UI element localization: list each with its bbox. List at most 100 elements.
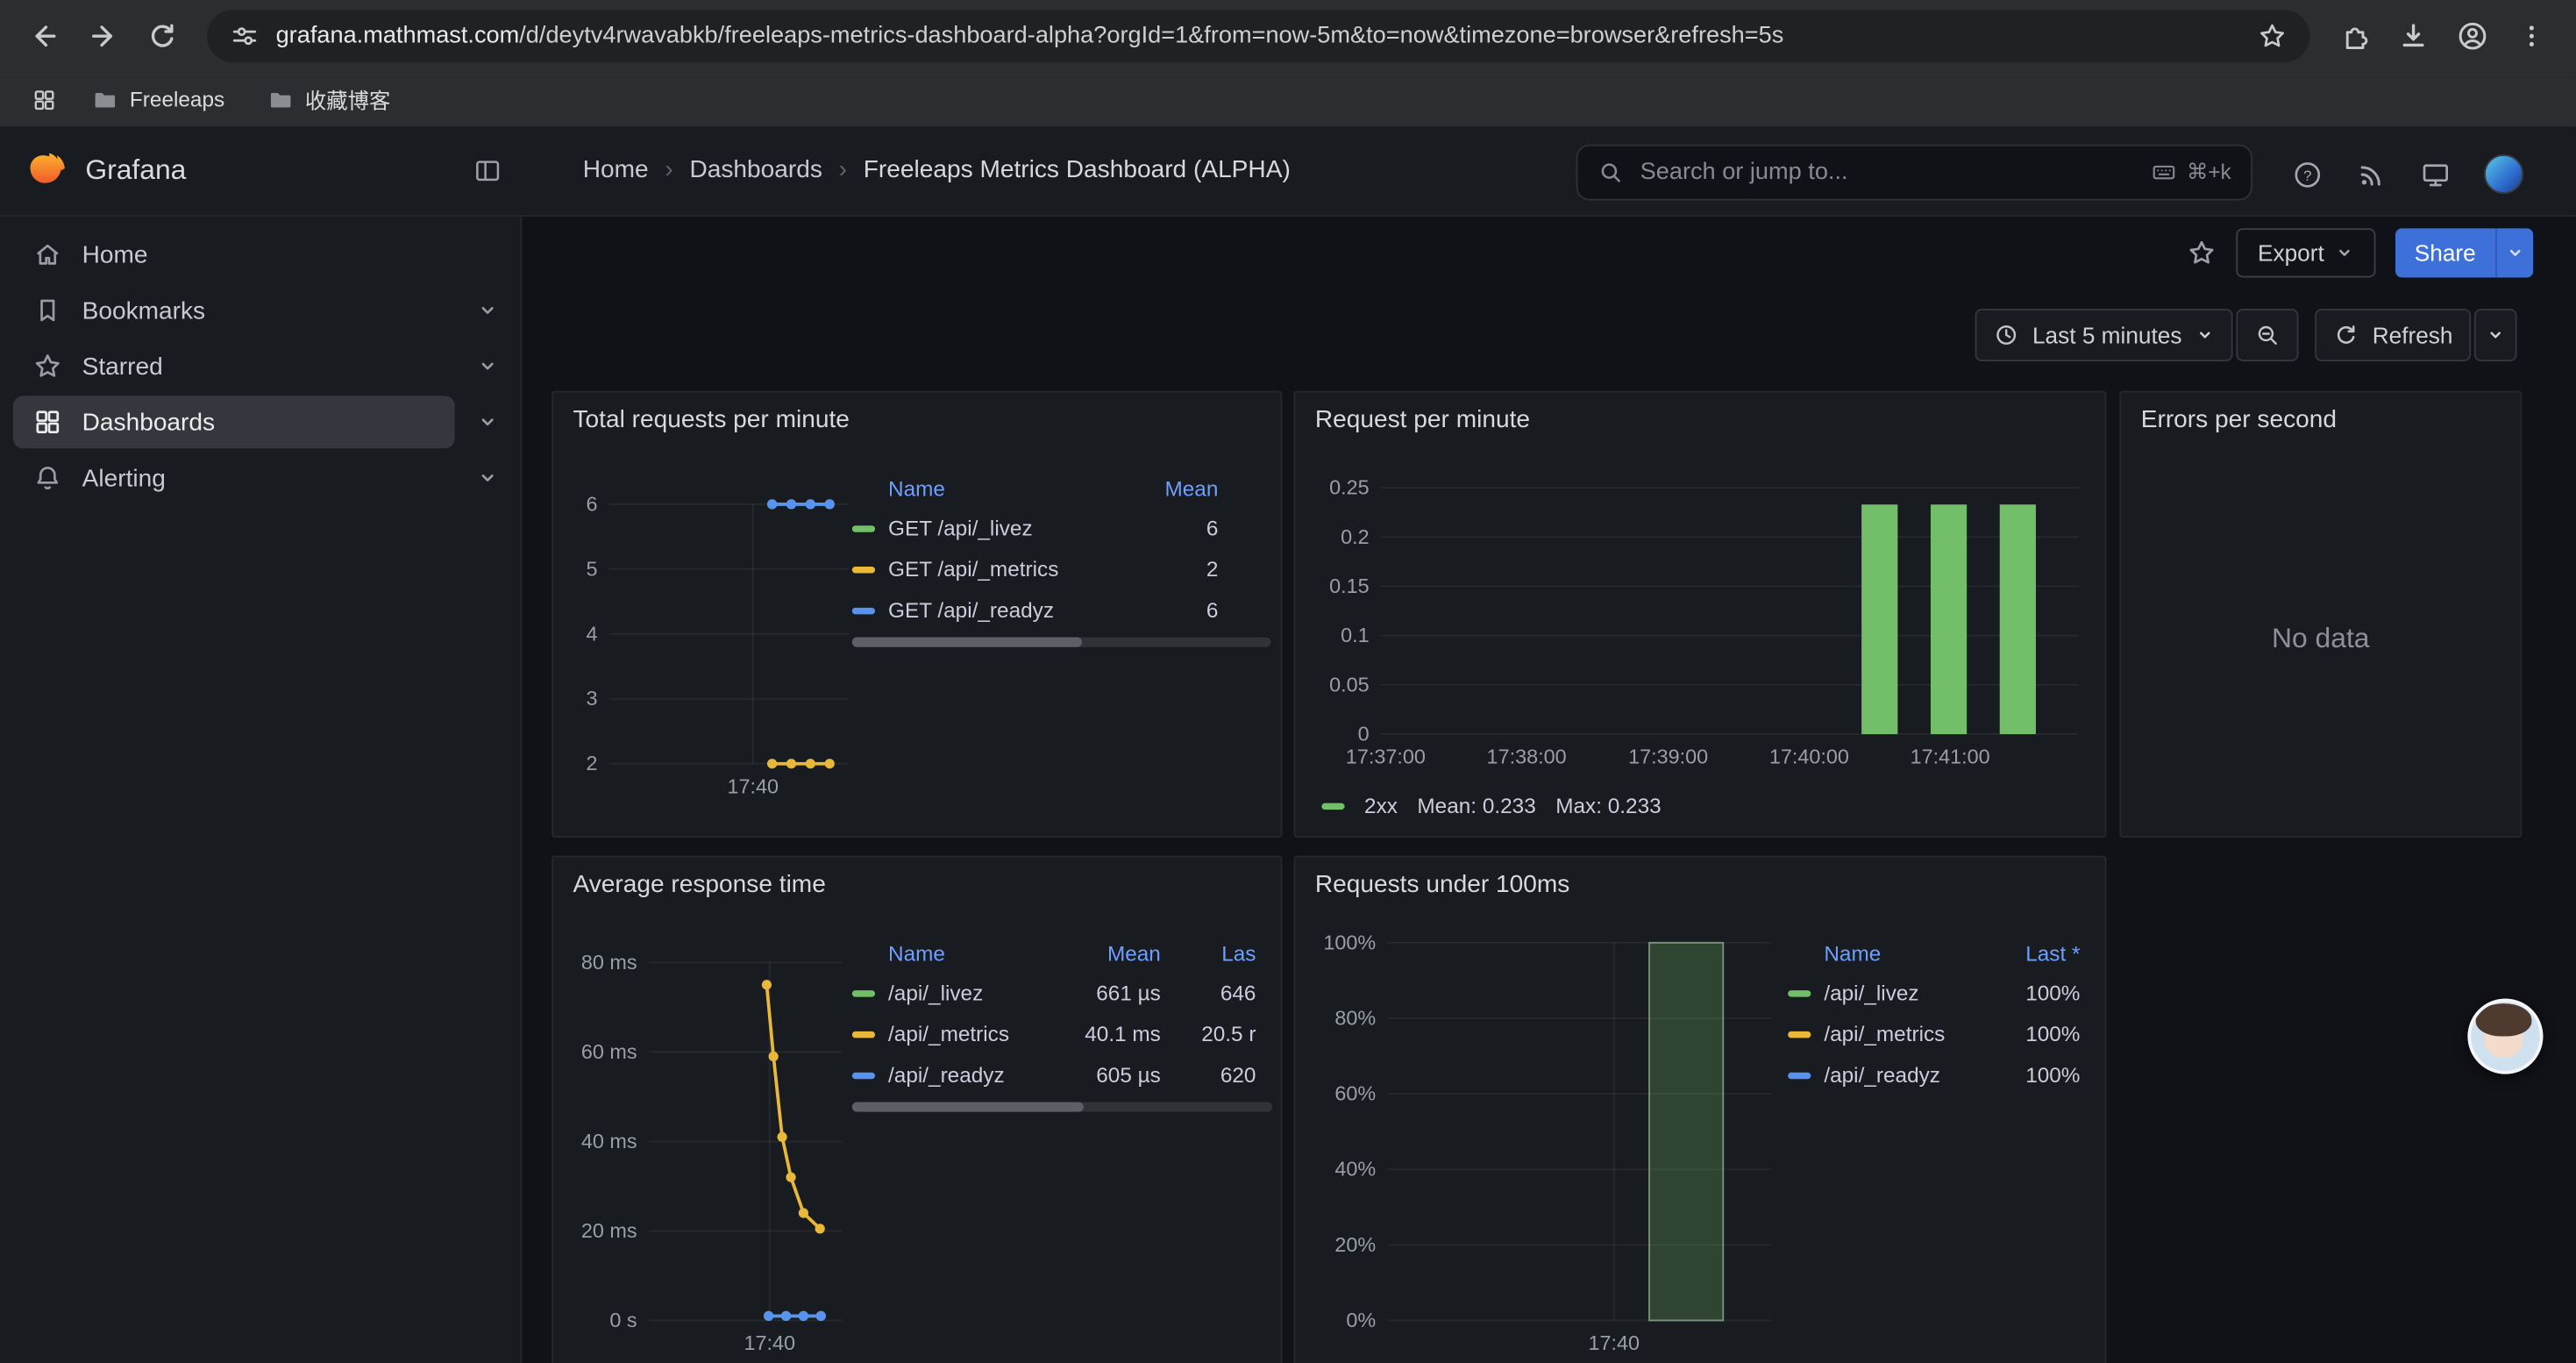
legend-header-mean[interactable]: Mean: [1072, 940, 1161, 965]
monitor-icon[interactable]: [2420, 159, 2451, 190]
legend-series-name[interactable]: /api/_livez: [1824, 981, 1982, 1005]
breadcrumb-dashboards[interactable]: Dashboards: [689, 156, 822, 184]
panel4-chart[interactable]: 80 ms60 ms40 ms20 ms0 s17:40: [566, 930, 856, 1360]
legend-header-name[interactable]: Name: [888, 475, 1120, 500]
svg-text:17:41:00: 17:41:00: [1911, 746, 1990, 768]
panel-request-per-minute: Request per minute 0.250.20.150.10.05017…: [1294, 391, 2107, 838]
download-button[interactable]: [2386, 8, 2442, 64]
legend-series-mean: 6: [1120, 516, 1218, 540]
bookmark-freeleaps[interactable]: Freeleaps: [75, 80, 241, 119]
breadcrumb-separator: ›: [665, 156, 672, 184]
forward-icon: [87, 19, 119, 52]
legend-series-name[interactable]: GET /api/_livez: [888, 516, 1120, 540]
svg-text:4: 4: [587, 622, 598, 645]
refresh-button[interactable]: Refresh: [2315, 309, 2471, 361]
help-icon[interactable]: ?: [2292, 159, 2323, 190]
scrollbar-thumb[interactable]: [852, 1102, 1084, 1111]
legend-series-last: 100%: [1982, 981, 2080, 1005]
svg-text:3: 3: [587, 687, 598, 710]
panel-title[interactable]: Errors per second: [2141, 406, 2337, 434]
bookmark-star-icon[interactable]: [2258, 21, 2288, 51]
svg-text:40%: 40%: [1334, 1158, 1376, 1181]
chevron-down-icon[interactable]: [455, 467, 521, 489]
legend-series-last: 620: [1161, 1063, 1256, 1088]
download-icon: [2397, 19, 2430, 52]
search-box[interactable]: ⌘+k: [1576, 145, 2252, 201]
panel-title[interactable]: Total requests per minute: [573, 406, 850, 434]
breadcrumb-home[interactable]: Home: [583, 156, 649, 184]
legend-header-row: Name Mean: [852, 468, 1270, 508]
browser-menu-button[interactable]: [2504, 8, 2560, 64]
sidebar-item-starred[interactable]: Starred: [0, 339, 521, 395]
apps-grid-icon: [32, 86, 58, 112]
bookmark-label: Freeleaps: [130, 87, 224, 111]
refresh-interval-button[interactable]: [2474, 309, 2517, 361]
browser-toolbar: grafana.mathmast.com/d/deytv4rwavabkb/fr…: [0, 0, 2576, 72]
svg-text:17:40: 17:40: [1589, 1331, 1640, 1354]
sidebar-item-bookmarks[interactable]: Bookmarks: [0, 282, 521, 339]
legend-header-last[interactable]: Las: [1161, 940, 1256, 965]
favorite-star-button[interactable]: [2187, 239, 2217, 268]
legend-series-name[interactable]: GET /api/_metrics: [888, 557, 1120, 582]
legend-header-name[interactable]: Name: [1824, 940, 1982, 965]
url-path: /d/deytv4rwavabkb/freeleaps-metrics-dash…: [519, 23, 1783, 49]
legend-header-last[interactable]: Last *: [1982, 940, 2080, 965]
svg-text:20 ms: 20 ms: [581, 1219, 637, 1242]
share-dropdown-button[interactable]: [2495, 228, 2533, 277]
url-text: grafana.mathmast.com/d/deytv4rwavabkb/fr…: [276, 23, 2241, 49]
back-button[interactable]: [17, 8, 73, 64]
time-range-picker[interactable]: Last 5 minutes: [1975, 309, 2232, 361]
news-rss-icon[interactable]: [2356, 159, 2387, 190]
legend-series-name[interactable]: /api/_livez: [888, 981, 1072, 1005]
legend-scrollbar[interactable]: [852, 1102, 1272, 1111]
extensions-button[interactable]: [2326, 8, 2382, 64]
panel1-chart[interactable]: 6543217:40: [566, 465, 862, 832]
bookmarks-apps-button[interactable]: [23, 78, 66, 121]
chevron-down-icon[interactable]: [455, 354, 521, 377]
legend-series-name[interactable]: GET /api/_readyz: [888, 598, 1120, 623]
legend-series-name[interactable]: /api/_metrics: [1824, 1022, 1982, 1046]
share-button[interactable]: Share: [2395, 228, 2495, 277]
panel-title[interactable]: Request per minute: [1315, 406, 1530, 434]
panel5-chart[interactable]: 100%80%60%40%20%0%17:40: [1308, 930, 1781, 1360]
user-avatar[interactable]: [2484, 154, 2523, 194]
legend-row: /api/_livez 100%: [1788, 973, 2093, 1014]
sidebar-item-alerting[interactable]: Alerting: [0, 450, 521, 506]
zoom-out-icon: [2254, 322, 2281, 348]
sidebar-item-dashboards[interactable]: Dashboards: [0, 394, 521, 450]
dock-sidebar-button[interactable]: [473, 156, 502, 186]
grafana-home-link[interactable]: Grafana: [26, 149, 186, 192]
url-bar[interactable]: grafana.mathmast.com/d/deytv4rwavabkb/fr…: [207, 10, 2310, 62]
chevron-down-icon: [2334, 243, 2353, 262]
panel-title[interactable]: Average response time: [573, 870, 826, 898]
sidebar-item-home[interactable]: Home: [0, 226, 521, 282]
share-label: Share: [2415, 239, 2476, 266]
svg-text:20%: 20%: [1334, 1233, 1376, 1256]
panel2-chart[interactable]: 0.250.20.150.10.05017:37:0017:38:0017:39…: [1308, 471, 2095, 796]
zoom-out-button[interactable]: [2236, 309, 2298, 361]
reload-button[interactable]: [135, 8, 191, 64]
legend-header-mean[interactable]: Mean: [1120, 475, 1218, 500]
search-input[interactable]: [1637, 158, 2151, 188]
bookmark-shoucang-boke[interactable]: 收藏博客: [251, 77, 407, 122]
series-color-dash: [1788, 1031, 1811, 1037]
series-color-dash: [1788, 989, 1811, 995]
panel1-legend: Name Mean GET /api/_livez 6 GET /api/_me…: [852, 468, 1270, 647]
legend-row: GET /api/_readyz 6: [852, 589, 1270, 631]
export-button[interactable]: Export: [2237, 228, 2375, 277]
site-info-icon[interactable]: [230, 21, 260, 51]
legend-series-name[interactable]: /api/_readyz: [1824, 1063, 1982, 1088]
scrollbar-thumb[interactable]: [852, 638, 1083, 647]
chevron-down-icon[interactable]: [455, 299, 521, 322]
legend-series-name[interactable]: 2xx: [1364, 793, 1398, 817]
search-shortcut-label: ⌘+k: [2187, 160, 2231, 186]
floating-assistant-avatar[interactable]: [2467, 998, 2543, 1074]
forward-button[interactable]: [75, 8, 132, 64]
browser-profile-button[interactable]: [2444, 8, 2501, 64]
legend-series-name[interactable]: /api/_readyz: [888, 1063, 1072, 1088]
panel-title[interactable]: Requests under 100ms: [1315, 870, 1569, 898]
legend-series-name[interactable]: /api/_metrics: [888, 1022, 1072, 1046]
legend-header-name[interactable]: Name: [888, 940, 1072, 965]
legend-scrollbar[interactable]: [852, 638, 1270, 647]
chevron-down-icon[interactable]: [455, 410, 521, 433]
